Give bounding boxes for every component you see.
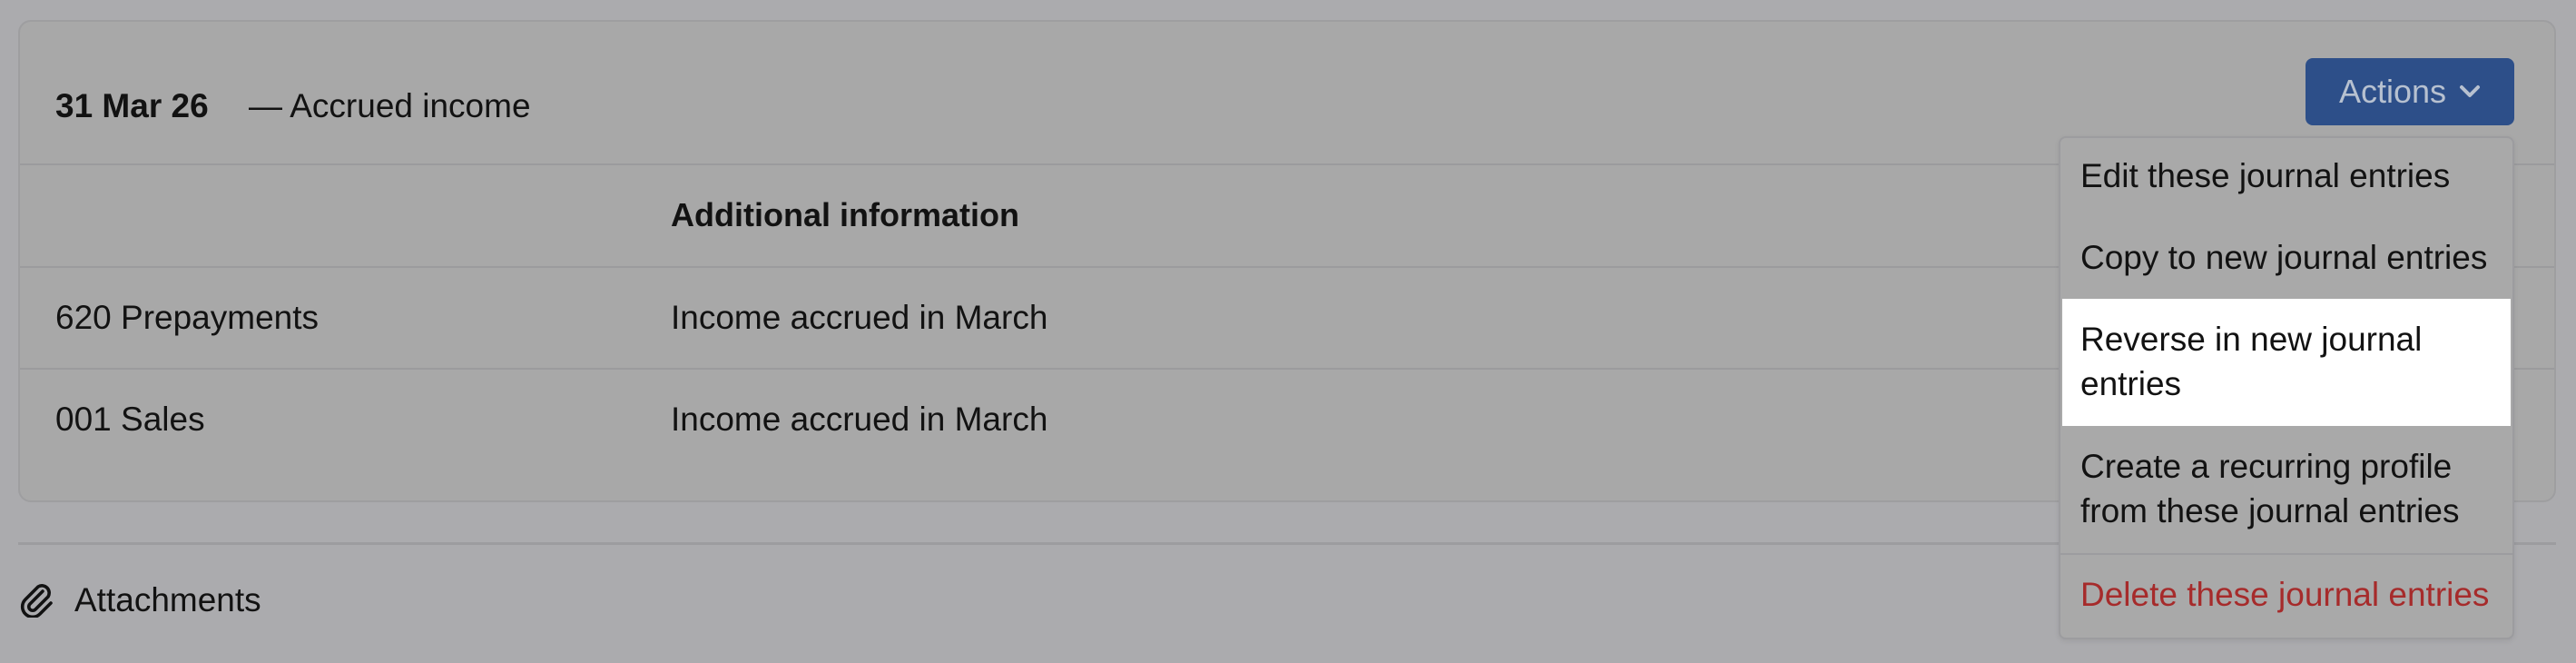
actions-dropdown-menu: Edit these journal entries Copy to new j… (2059, 136, 2514, 639)
attachments-section[interactable]: Attachments (18, 581, 261, 618)
chevron-down-icon (2460, 85, 2481, 97)
actions-button-label: Actions (2338, 73, 2447, 110)
attachments-label: Attachments (74, 580, 261, 618)
additional-info-cell: Income accrued in March (671, 401, 1048, 438)
menu-item-copy[interactable]: Copy to new journal entries (2062, 235, 2511, 280)
menu-separator (2060, 553, 2512, 555)
account-cell: 001 Sales (55, 401, 205, 438)
paperclip-icon (20, 584, 53, 618)
additional-info-cell: Income accrued in March (671, 299, 1048, 336)
menu-item-edit[interactable]: Edit these journal entries (2062, 153, 2511, 198)
menu-item-reverse[interactable]: Reverse in new journal entries (2062, 299, 2511, 426)
account-cell: 620 Prepayments (55, 299, 320, 336)
menu-item-create-recurring[interactable]: Create a recurring profile from these jo… (2062, 444, 2511, 533)
column-header-additional-information: Additional information (671, 196, 1019, 233)
menu-item-delete[interactable]: Delete these journal entries (2062, 572, 2511, 617)
journal-date: 31 Mar 26 (55, 87, 209, 124)
actions-button[interactable]: Actions (2306, 58, 2514, 125)
journal-title: — Accrued income (249, 87, 531, 124)
